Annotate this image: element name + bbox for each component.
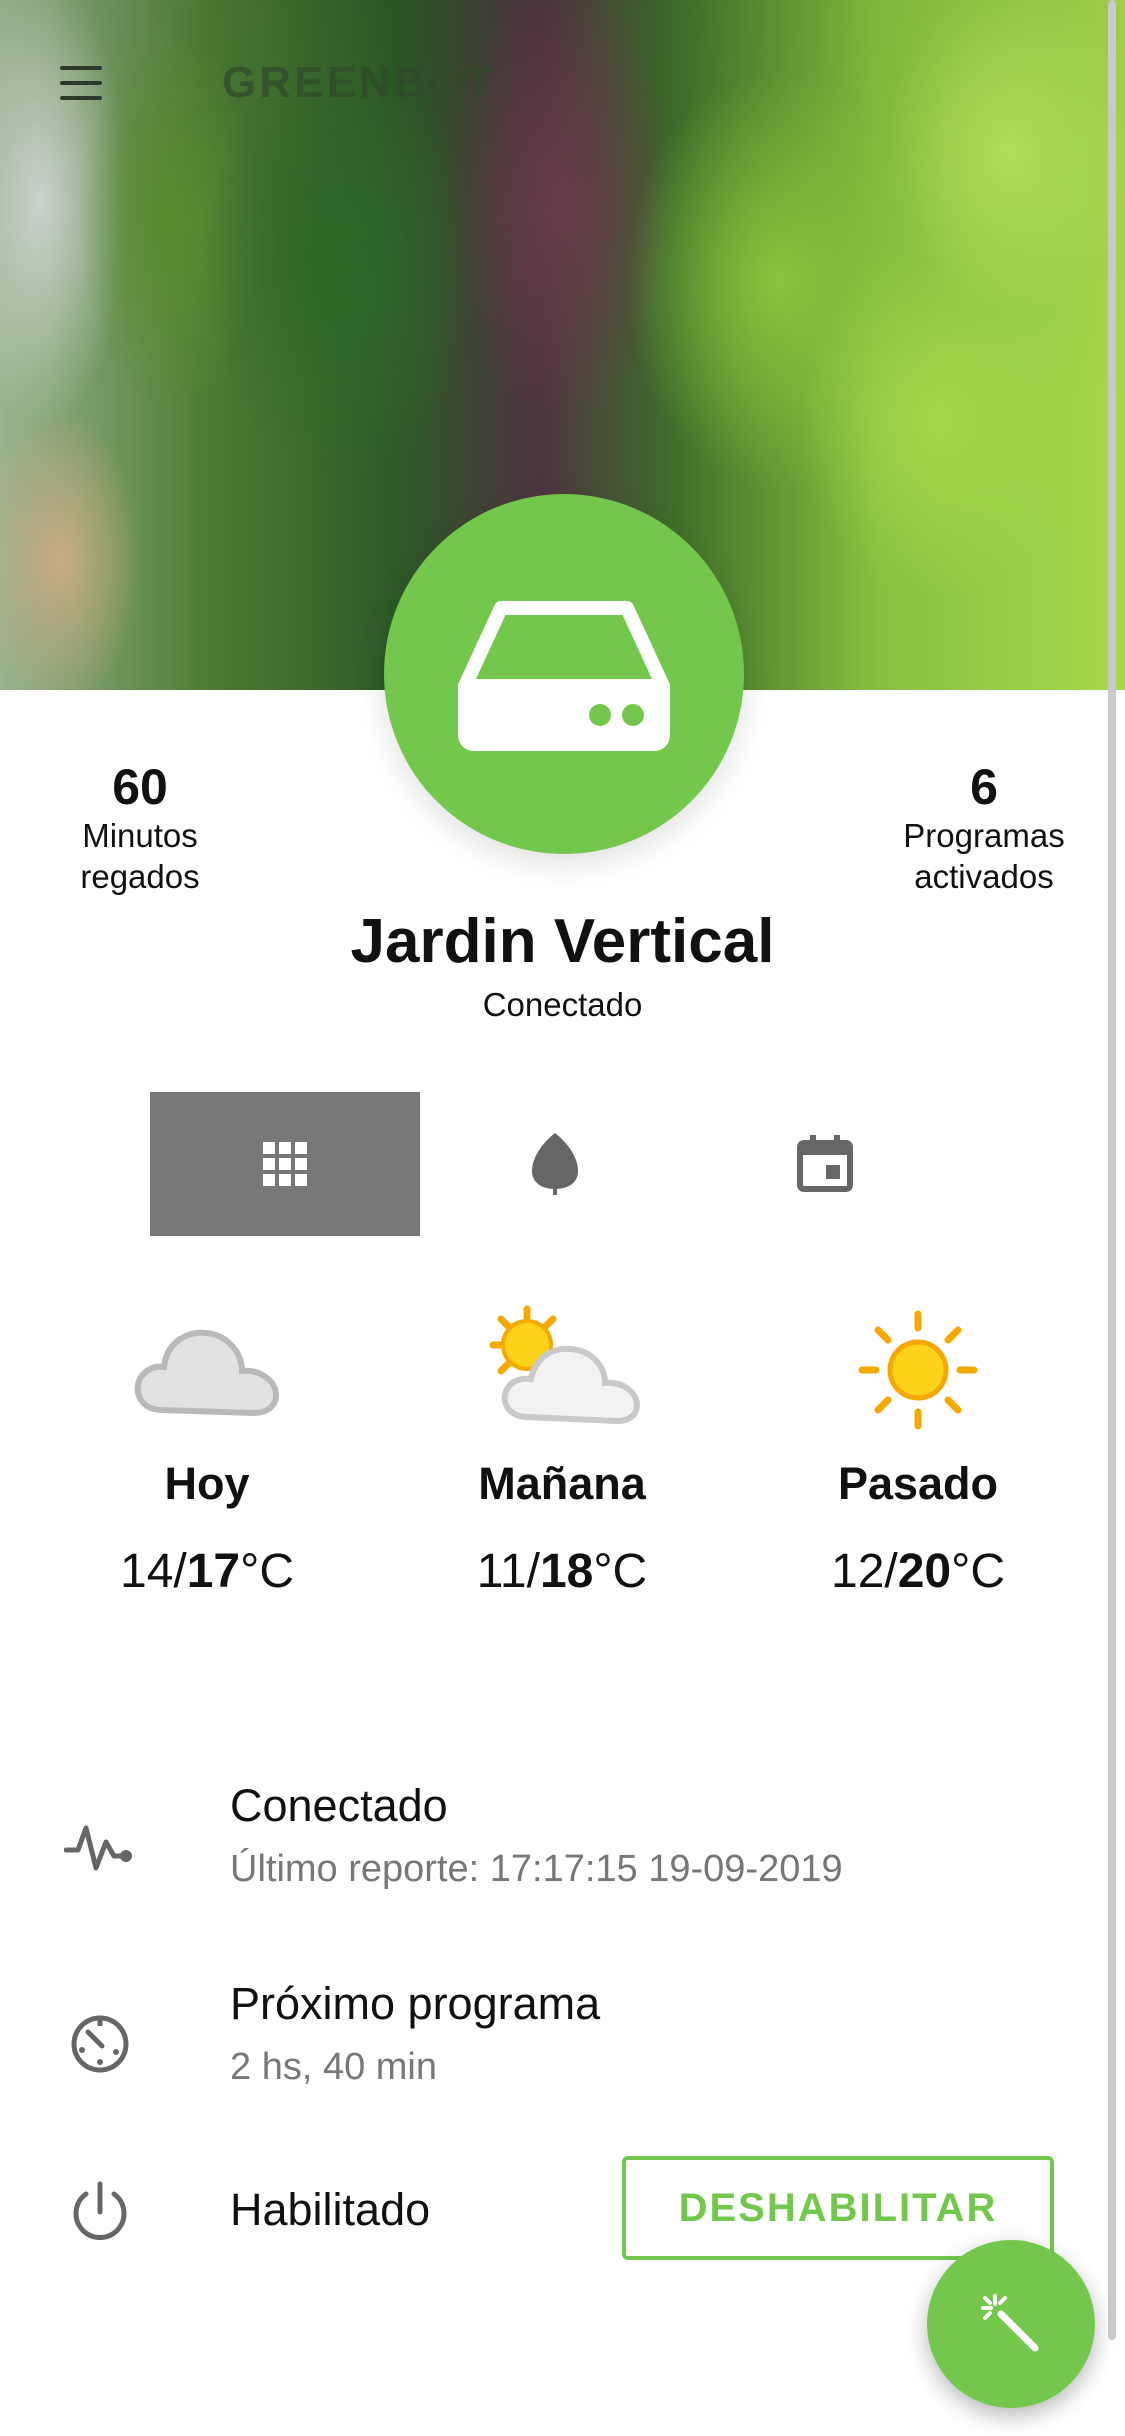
connection-title: Conectado	[230, 1780, 448, 1831]
partly-cloudy-icon	[489, 1305, 641, 1425]
weather-day-after: Pasado 12/20°C	[768, 1300, 1068, 1599]
menu-button[interactable]	[50, 58, 112, 108]
weather-day-tomorrow: Mañana 11/18°C	[412, 1300, 712, 1599]
stat-programs-value: 6	[970, 759, 998, 815]
stat-minutes-label-1: Minutos	[82, 817, 198, 854]
magic-wand-icon	[981, 2294, 1039, 2352]
weather-temps: 12/20°C	[831, 1545, 1005, 1598]
enabled-title: Habilitado	[230, 2184, 431, 2235]
stat-programs-label-1: Programas	[903, 817, 1065, 854]
weather-day-label: Hoy	[164, 1458, 250, 1509]
hamburger-line	[60, 81, 102, 85]
sun-icon	[858, 1310, 978, 1430]
calendar-icon	[797, 1135, 853, 1192]
tab-schedule[interactable]	[690, 1092, 960, 1236]
device-avatar	[384, 494, 744, 854]
weather-temps: 14/17°C	[120, 1545, 294, 1598]
weather-forecast: Hoy 14/17°C Mañana 11/18°C Pasado 12/20°…	[0, 1300, 1125, 1630]
tab-overview[interactable]	[150, 1092, 420, 1236]
hamburger-line	[60, 66, 102, 70]
hamburger-line	[60, 96, 102, 100]
power-icon	[64, 2176, 136, 2248]
device-status: Conectado	[482, 986, 643, 1023]
app-title: GREENBOT	[222, 58, 496, 107]
tab-plants[interactable]	[420, 1092, 690, 1236]
stat-programs-label-2: activados	[914, 858, 1054, 896]
leaf-icon	[532, 1133, 578, 1195]
device-name: Jardin Vertical	[350, 907, 775, 976]
magic-wand-button[interactable]	[927, 2240, 1095, 2408]
weather-day-label: Mañana	[478, 1458, 646, 1509]
last-report: Último reporte: 17:17:15 19-09-2019	[230, 1848, 843, 1890]
stat-programs: 6 Programas activados	[874, 760, 1094, 898]
weather-day-today: Hoy 14/17°C	[57, 1300, 357, 1599]
stat-minutes-label-2: regados	[80, 858, 200, 896]
cloud-icon	[134, 1329, 280, 1417]
grid-icon	[263, 1142, 307, 1186]
heartbeat-icon	[64, 1810, 136, 1882]
hard-drive-icon	[458, 601, 670, 751]
weather-temps: 11/18°C	[476, 1545, 648, 1598]
scrollbar[interactable]	[1108, 0, 1116, 2340]
next-program-title: Próximo programa	[230, 1978, 601, 2029]
tab-bar	[150, 1092, 960, 1236]
next-program-time: 2 hs, 40 min	[230, 2046, 437, 2088]
stat-minutes-value: 60	[112, 759, 168, 815]
stat-minutes: 60 Minutos regados	[30, 760, 250, 898]
timer-icon	[64, 2008, 136, 2080]
weather-day-label: Pasado	[837, 1458, 999, 1509]
